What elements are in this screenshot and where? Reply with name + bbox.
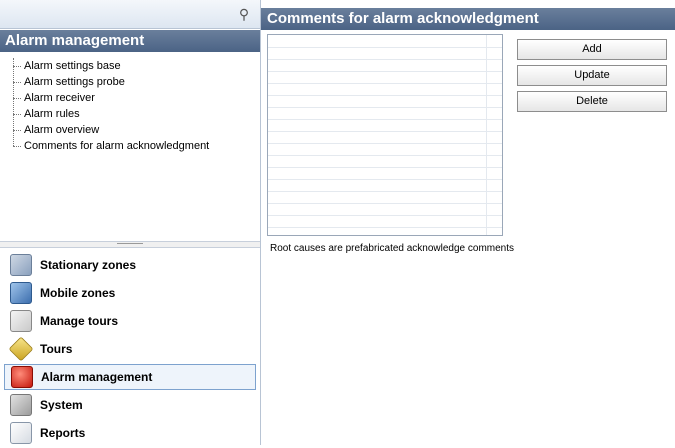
- nav-item-mobile-zones[interactable]: Mobile zones: [4, 280, 256, 306]
- nav-item-label: Tours: [40, 342, 73, 356]
- grid-row[interactable]: [268, 47, 502, 48]
- grid-row[interactable]: [268, 167, 502, 168]
- nav-item-label: Alarm management: [41, 370, 153, 384]
- grid-row[interactable]: [268, 119, 502, 120]
- module-navigation: Stationary zones Mobile zones Manage tou…: [0, 252, 260, 448]
- nav-item-label: Manage tours: [40, 314, 119, 328]
- splitter-grip[interactable]: [117, 243, 143, 246]
- grid-row[interactable]: [268, 227, 502, 228]
- report-icon: [10, 422, 32, 444]
- grid-row[interactable]: [268, 71, 502, 72]
- grid-row[interactable]: [268, 95, 502, 96]
- grid-row[interactable]: [268, 107, 502, 108]
- nav-item-label: Stationary zones: [40, 258, 137, 272]
- calendar-icon: [10, 310, 32, 332]
- left-panel-title: Alarm management: [0, 30, 260, 52]
- tree-item-alarm-receiver[interactable]: Alarm receiver: [10, 90, 209, 106]
- tour-sign-icon: [8, 336, 34, 362]
- delete-button[interactable]: Delete: [517, 91, 667, 112]
- pane-splitter[interactable]: [0, 241, 260, 248]
- grid-row[interactable]: [268, 191, 502, 192]
- nav-item-alarm-management[interactable]: Alarm management: [4, 364, 256, 390]
- nav-item-label: Reports: [40, 426, 86, 440]
- content-pane: Comments for alarm acknowledgment Add Up…: [261, 0, 675, 445]
- settings-tree: Alarm settings base Alarm settings probe…: [10, 58, 209, 154]
- page-title: Comments for alarm acknowledgment: [261, 8, 675, 30]
- grid-row[interactable]: [268, 83, 502, 84]
- hint-text: Root causes are prefabricated acknowledg…: [270, 243, 515, 254]
- grid-row[interactable]: [268, 155, 502, 156]
- nav-item-reports[interactable]: Reports: [4, 420, 256, 446]
- pin-icon[interactable]: ⚲: [236, 6, 252, 22]
- building-icon: [10, 254, 32, 276]
- grid-row[interactable]: [268, 179, 502, 180]
- grid-column-divider: [486, 35, 487, 235]
- tree-item-alarm-overview[interactable]: Alarm overview: [10, 122, 209, 138]
- tree-item-alarm-settings-probe[interactable]: Alarm settings probe: [10, 74, 209, 90]
- wrench-icon: [10, 394, 32, 416]
- comments-list[interactable]: [267, 34, 503, 236]
- alarm-icon: [11, 366, 33, 388]
- nav-item-stationary-zones[interactable]: Stationary zones: [4, 252, 256, 278]
- nav-item-tours[interactable]: Tours: [4, 336, 256, 362]
- nav-item-system[interactable]: System: [4, 392, 256, 418]
- tree-item-alarm-rules[interactable]: Alarm rules: [10, 106, 209, 122]
- pane-header-strip: ⚲: [0, 0, 260, 29]
- grid-row[interactable]: [268, 203, 502, 204]
- navigation-pane: ⚲ Alarm management Alarm settings base A…: [0, 0, 261, 445]
- update-button[interactable]: Update: [517, 65, 667, 86]
- vehicle-icon: [10, 282, 32, 304]
- nav-item-label: Mobile zones: [40, 286, 116, 300]
- tree-item-alarm-settings-base[interactable]: Alarm settings base: [10, 58, 209, 74]
- nav-item-manage-tours[interactable]: Manage tours: [4, 308, 256, 334]
- grid-row[interactable]: [268, 131, 502, 132]
- nav-item-label: System: [40, 398, 83, 412]
- grid-row[interactable]: [268, 215, 502, 216]
- grid-row[interactable]: [268, 143, 502, 144]
- grid-row[interactable]: [268, 59, 502, 60]
- add-button[interactable]: Add: [517, 39, 667, 60]
- tree-item-comments-for-alarm-acknowledgment[interactable]: Comments for alarm acknowledgment: [10, 138, 209, 154]
